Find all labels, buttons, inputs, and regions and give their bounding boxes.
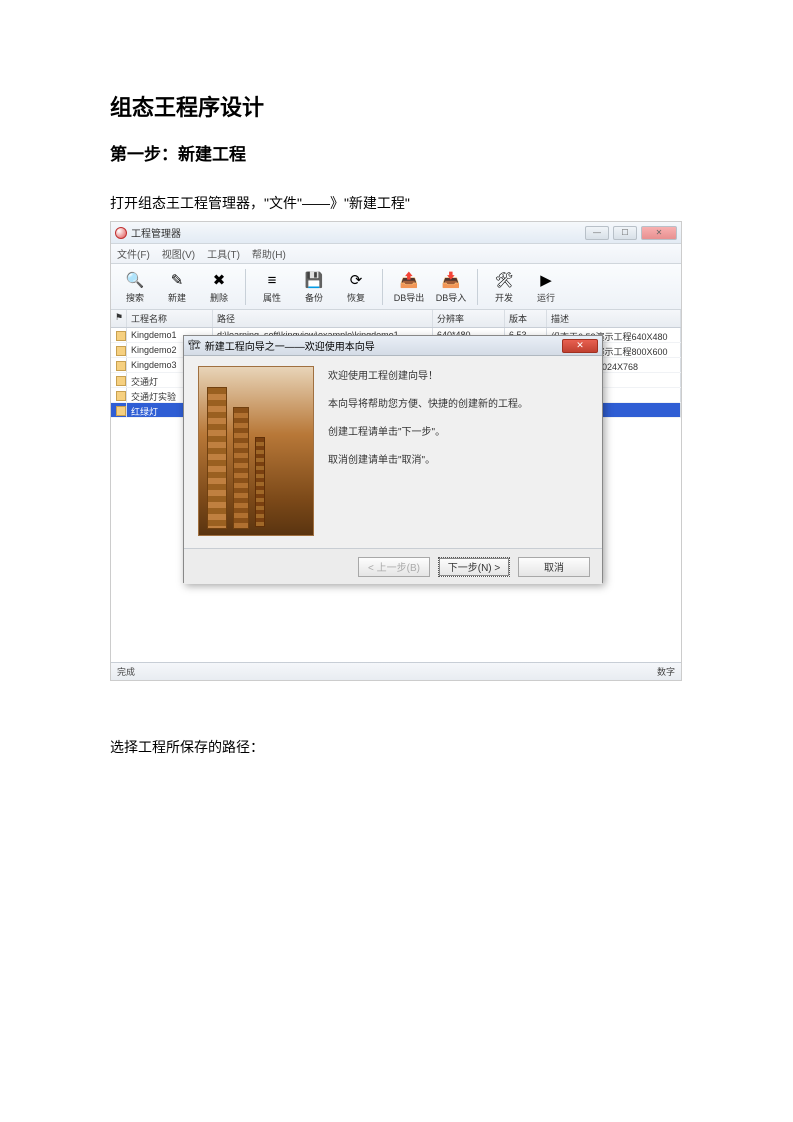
col-res[interactable]: 分辨率 bbox=[433, 310, 505, 327]
folder-icon bbox=[116, 331, 126, 341]
toolbar-label: 删除 bbox=[210, 291, 228, 304]
toolbar-运行[interactable]: ▶运行 bbox=[528, 267, 564, 306]
wizard-text: 欢迎使用工程创建向导！ 本向导将帮助您方便、快捷的创建新的工程。 创建工程请单击… bbox=[328, 366, 588, 538]
titlebar: 工程管理器 — ☐ ✕ bbox=[111, 222, 681, 244]
status-left: 完成 bbox=[117, 665, 135, 678]
wizard-cancel-button[interactable]: 取消 bbox=[518, 557, 590, 577]
toolbar-删除[interactable]: ✖删除 bbox=[201, 267, 237, 306]
menu-file[interactable]: 文件(F) bbox=[117, 246, 150, 261]
col-ver[interactable]: 版本 bbox=[505, 310, 547, 327]
toolbar-label: DB导出 bbox=[394, 291, 425, 304]
wizard-line-4: 取消创建请单击"取消"。 bbox=[328, 452, 588, 470]
step-title: 第一步：新建工程 bbox=[110, 140, 683, 165]
window-title: 工程管理器 bbox=[131, 225, 181, 240]
toolbar: 🔍搜索✎新建✖删除≡属性💾备份⟳恢复📤DB导出📥DB导入🛠开发▶运行 bbox=[111, 264, 681, 310]
toolbar-icon: 🔍 bbox=[124, 269, 146, 291]
toolbar-备份[interactable]: 💾备份 bbox=[296, 267, 332, 306]
folder-icon bbox=[116, 361, 126, 371]
toolbar-label: 开发 bbox=[495, 291, 513, 304]
menubar: 文件(F) 视图(V) 工具(T) 帮助(H) bbox=[111, 244, 681, 264]
toolbar-label: 属性 bbox=[263, 291, 281, 304]
folder-icon bbox=[116, 376, 126, 386]
wizard-icon: 🏗 bbox=[188, 340, 201, 351]
col-desc[interactable]: 描述 bbox=[547, 310, 681, 327]
wizard-sidebar-image bbox=[198, 366, 314, 536]
wizard-next-button[interactable]: 下一步(N) > bbox=[438, 557, 510, 577]
close-button[interactable]: ✕ bbox=[641, 226, 677, 240]
wizard-titlebar: 🏗 新建工程向导之一——欢迎使用本向导 ✕ bbox=[184, 336, 602, 356]
toolbar-label: DB导入 bbox=[436, 291, 467, 304]
toolbar-icon: 💾 bbox=[303, 269, 325, 291]
menu-view[interactable]: 视图(V) bbox=[162, 246, 195, 261]
table-header: ⚑ 工程名称 路径 分辨率 版本 描述 bbox=[111, 310, 681, 328]
toolbar-新建[interactable]: ✎新建 bbox=[159, 267, 195, 306]
status-right: 数字 bbox=[657, 665, 675, 678]
wizard-prev-button: < 上一步(B) bbox=[358, 557, 430, 577]
folder-icon bbox=[116, 406, 126, 416]
toolbar-恢复[interactable]: ⟳恢复 bbox=[338, 267, 374, 306]
toolbar-开发[interactable]: 🛠开发 bbox=[486, 267, 522, 306]
wizard-close-button[interactable]: ✕ bbox=[562, 339, 598, 353]
wizard-button-row: < 上一步(B) 下一步(N) > 取消 bbox=[184, 548, 602, 584]
wizard-line-2: 本向导将帮助您方便、快捷的创建新的工程。 bbox=[328, 396, 588, 414]
toolbar-icon: 📤 bbox=[398, 269, 420, 291]
after-text: 选择工程所保存的路径： bbox=[110, 737, 683, 757]
intro-text: 打开组态王工程管理器，"文件"——》"新建工程" bbox=[110, 193, 683, 213]
new-project-wizard-dialog: 🏗 新建工程向导之一——欢迎使用本向导 ✕ 欢迎使用工程创建向导！ 本向导将帮助… bbox=[183, 335, 603, 583]
wizard-line-3: 创建工程请单击"下一步"。 bbox=[328, 424, 588, 442]
col-name[interactable]: 工程名称 bbox=[127, 310, 213, 327]
toolbar-label: 备份 bbox=[305, 291, 323, 304]
toolbar-属性[interactable]: ≡属性 bbox=[254, 267, 290, 306]
minimize-button[interactable]: — bbox=[585, 226, 609, 240]
wizard-title: 新建工程向导之一——欢迎使用本向导 bbox=[205, 338, 375, 353]
toolbar-icon: ▶ bbox=[535, 269, 557, 291]
toolbar-icon: 📥 bbox=[440, 269, 462, 291]
menu-help[interactable]: 帮助(H) bbox=[252, 246, 286, 261]
toolbar-label: 搜索 bbox=[126, 291, 144, 304]
statusbar: 完成 数字 bbox=[111, 662, 681, 680]
maximize-button[interactable]: ☐ bbox=[613, 226, 637, 240]
col-icon[interactable]: ⚑ bbox=[111, 310, 127, 327]
folder-icon bbox=[116, 346, 126, 356]
wizard-line-1: 欢迎使用工程创建向导！ bbox=[328, 368, 588, 386]
col-path[interactable]: 路径 bbox=[213, 310, 433, 327]
toolbar-icon: ⟳ bbox=[345, 269, 367, 291]
toolbar-label: 运行 bbox=[537, 291, 555, 304]
toolbar-icon: ≡ bbox=[261, 269, 283, 291]
toolbar-icon: 🛠 bbox=[493, 269, 515, 291]
app-icon bbox=[115, 227, 127, 239]
doc-title: 组态王程序设计 bbox=[110, 90, 683, 122]
menu-tools[interactable]: 工具(T) bbox=[207, 246, 240, 261]
screenshot-project-manager: 工程管理器 — ☐ ✕ 文件(F) 视图(V) 工具(T) 帮助(H) 🔍搜索✎… bbox=[110, 221, 682, 681]
toolbar-label: 恢复 bbox=[347, 291, 365, 304]
toolbar-label: 新建 bbox=[168, 291, 186, 304]
toolbar-搜索[interactable]: 🔍搜索 bbox=[117, 267, 153, 306]
toolbar-DB导出[interactable]: 📤DB导出 bbox=[391, 267, 427, 306]
toolbar-icon: ✖ bbox=[208, 269, 230, 291]
toolbar-icon: ✎ bbox=[166, 269, 188, 291]
folder-icon bbox=[116, 391, 126, 401]
toolbar-DB导入[interactable]: 📥DB导入 bbox=[433, 267, 469, 306]
